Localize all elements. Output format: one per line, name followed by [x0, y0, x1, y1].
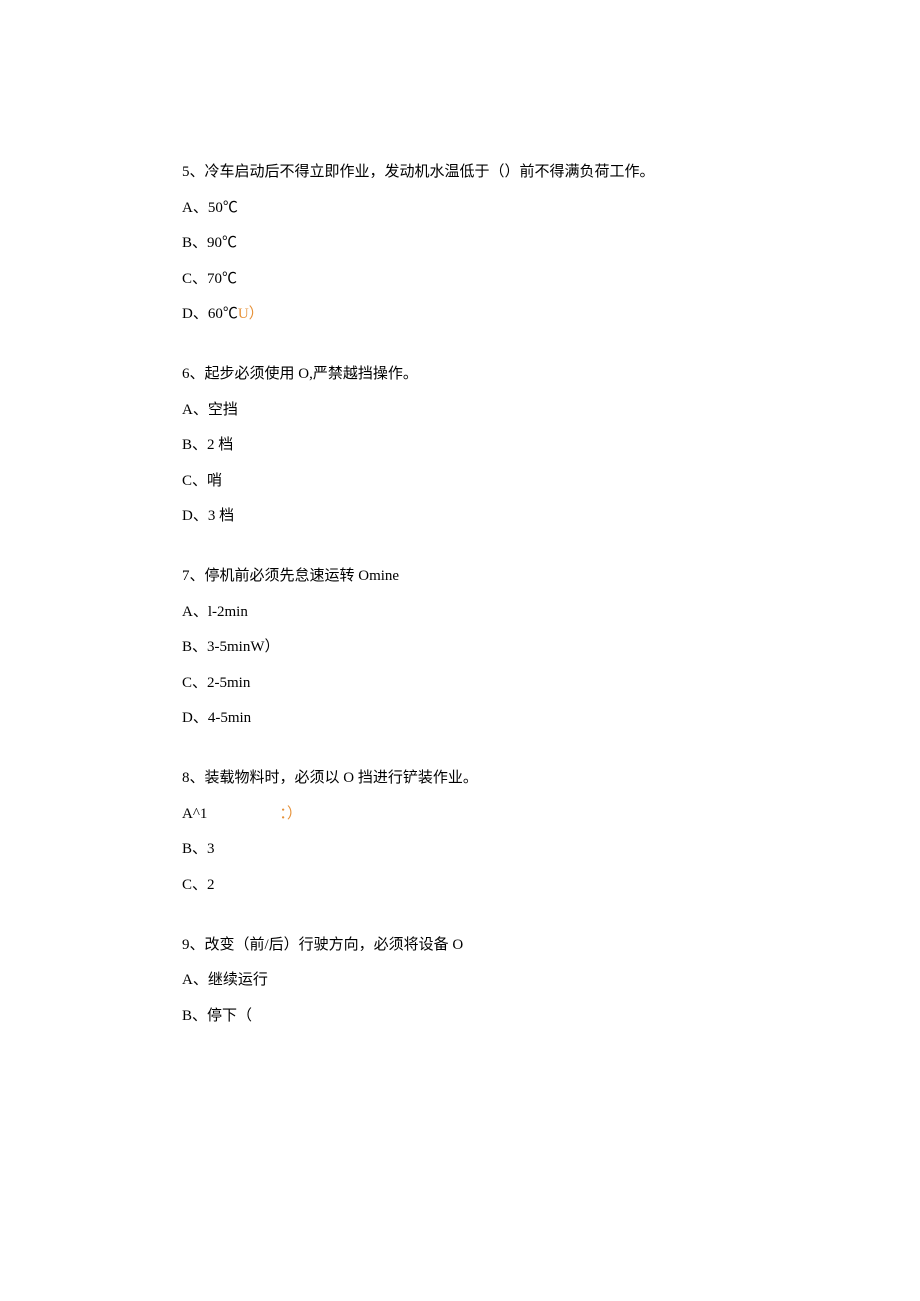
option-d-answer-mark: U） [238, 306, 264, 322]
option-a: A、l-2min [182, 605, 740, 620]
option-c: C、70℃ [182, 272, 740, 287]
option-a: A、50℃ [182, 201, 740, 216]
option-d-text: D、60℃ [182, 306, 238, 322]
option-a-text: A^1 [182, 806, 207, 822]
question-stem: 8、装载物料时，必须以 O 挡进行铲装作业。 [182, 771, 740, 786]
question-stem: 6、起步必须使用 O,严禁越挡操作。 [182, 367, 740, 382]
option-d: D、60℃U） [182, 307, 740, 322]
option-c: C、2-5min [182, 676, 740, 691]
question-5: 5、冷车启动后不得立即作业，发动机水温低于（）前不得满负荷工作。 A、50℃ B… [182, 165, 740, 322]
option-b: B、3-5minW） [182, 640, 740, 655]
option-c: C、哨 [182, 474, 740, 489]
option-a: A、空挡 [182, 403, 740, 418]
question-stem: 7、停机前必须先怠速运转 Omine [182, 569, 740, 584]
question-stem: 9、改变（前/后）行驶方向，必须将设备 O [182, 938, 740, 953]
option-c: C、2 [182, 878, 740, 893]
option-b: B、2 档 [182, 438, 740, 453]
option-a: A、继续运行 [182, 973, 740, 988]
option-a-answer-mark: ：） [279, 806, 302, 822]
option-a: A^1 ：） [182, 807, 740, 822]
option-d: D、4-5min [182, 711, 740, 726]
option-b: B、90℃ [182, 236, 740, 251]
question-8: 8、装载物料时，必须以 O 挡进行铲装作业。 A^1 ：） B、3 C、2 [182, 771, 740, 893]
document-page: 5、冷车启动后不得立即作业，发动机水温低于（）前不得满负荷工作。 A、50℃ B… [0, 0, 920, 1024]
option-d: D、3 档 [182, 509, 740, 524]
option-b: B、3 [182, 842, 740, 857]
question-stem: 5、冷车启动后不得立即作业，发动机水温低于（）前不得满负荷工作。 [182, 165, 740, 180]
question-6: 6、起步必须使用 O,严禁越挡操作。 A、空挡 B、2 档 C、哨 D、3 档 [182, 367, 740, 524]
question-9: 9、改变（前/后）行驶方向，必须将设备 O A、继续运行 B、停下（ [182, 938, 740, 1024]
question-7: 7、停机前必须先怠速运转 Omine A、l-2min B、3-5minW） C… [182, 569, 740, 726]
option-b: B、停下（ [182, 1009, 740, 1024]
